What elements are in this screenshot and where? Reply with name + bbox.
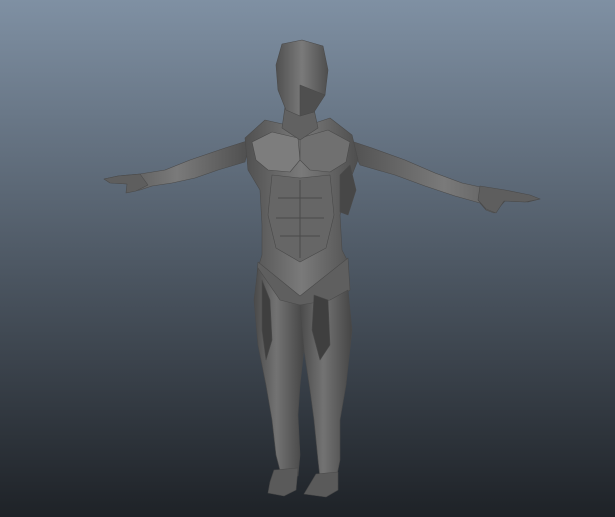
- viewport-canvas[interactable]: [0, 0, 615, 517]
- 3d-viewport[interactable]: [0, 0, 615, 517]
